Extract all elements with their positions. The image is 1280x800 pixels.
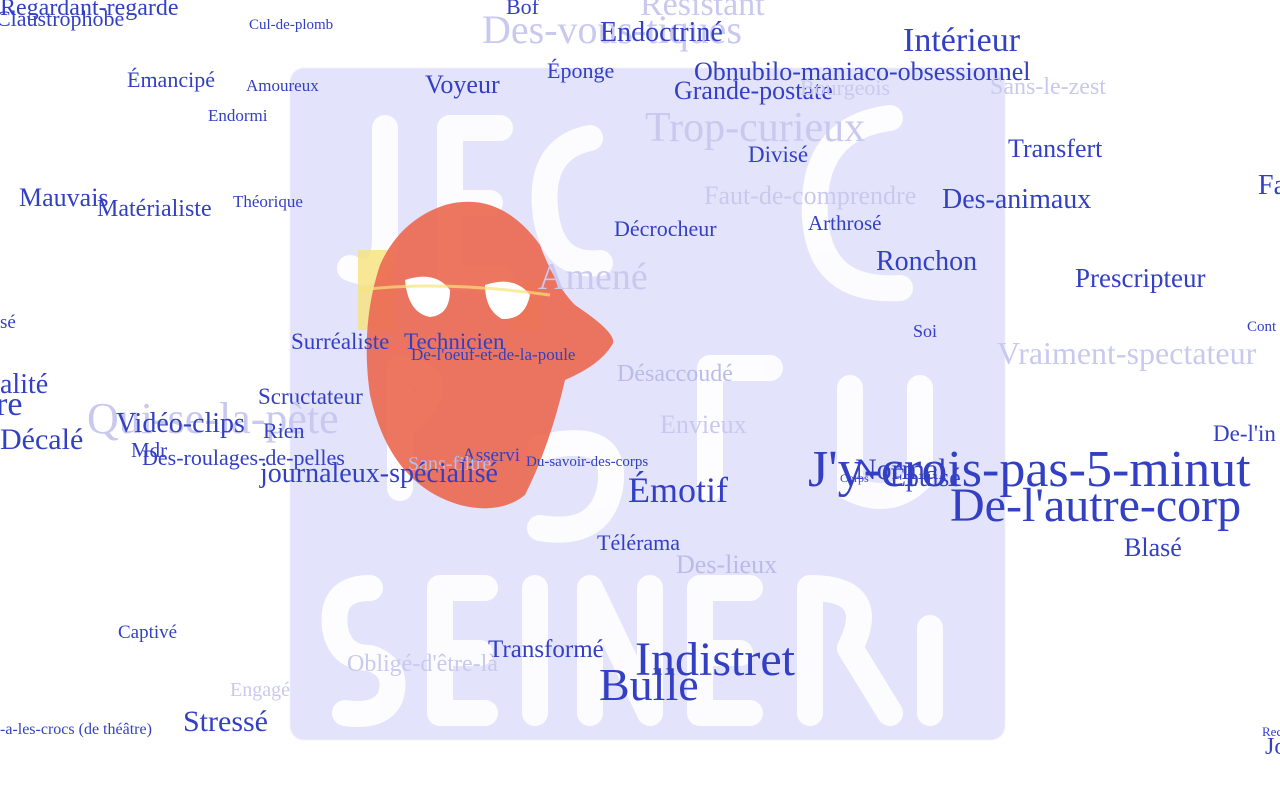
word-oblige[interactable]: Obligé-d'être-là — [347, 652, 498, 676]
word-blase[interactable]: Blasé — [1124, 535, 1182, 561]
word-transforme[interactable]: Transformé — [488, 637, 604, 662]
word-des-lieux[interactable]: Des-lieux — [676, 552, 777, 578]
word-fa[interactable]: Fa — [1258, 172, 1280, 200]
word-corps[interactable]: Corps — [840, 472, 869, 484]
word-captive[interactable]: Captivé — [118, 623, 177, 642]
word-de-loeuf[interactable]: De-l'oeuf-et-de-la-poule — [411, 346, 575, 363]
word-decrocheur[interactable]: Décrocheur — [614, 218, 717, 240]
word-cul-de-plomb[interactable]: Cul-de-plomb — [249, 18, 333, 33]
word-endoctrine[interactable]: Endoctriné — [600, 19, 723, 47]
word-video-clips[interactable]: Vidéo-clips — [116, 410, 245, 438]
word-jo[interactable]: Jo — [1265, 735, 1280, 759]
word-decale[interactable]: Décalé — [0, 425, 83, 455]
word-cont[interactable]: Cont — [1247, 320, 1276, 335]
word-transfert[interactable]: Transfert — [1008, 136, 1102, 162]
word-stresse[interactable]: Stressé — [183, 707, 268, 737]
word-divise[interactable]: Divisé — [748, 143, 808, 166]
word-faut-de-comprendre[interactable]: Faut-de-comprendre — [704, 183, 916, 209]
word-claustrophobe[interactable]: Claustrophobe — [0, 8, 124, 30]
word-se[interactable]: sé — [0, 313, 16, 332]
word-vraiment-spectateur[interactable]: Vraiment-spectateur — [997, 337, 1256, 369]
word-bourgeois[interactable]: Bourgeois — [800, 77, 890, 99]
word-envieux[interactable]: Envieux — [660, 412, 747, 438]
word-mauvais[interactable]: Mauvais — [19, 185, 109, 211]
word-prescripteur[interactable]: Prescripteur — [1075, 265, 1205, 292]
word-re[interactable]: re — [0, 388, 22, 422]
word-a-les-crocs[interactable]: -a-les-crocs (de théâtre) — [0, 722, 152, 738]
word-theorique[interactable]: Théorique — [233, 193, 303, 210]
word-surrealiste[interactable]: Surréaliste — [291, 330, 389, 353]
word-emotif[interactable]: Émotif — [628, 472, 728, 508]
word-des-animaux[interactable]: Des-animaux — [942, 186, 1091, 214]
word-materialiste[interactable]: Matérialiste — [97, 197, 212, 221]
word-telerama[interactable]: Télérama — [597, 532, 680, 554]
word-desaccoude[interactable]: Désaccoudé — [617, 362, 733, 386]
word-emancipe[interactable]: Émancipé — [127, 69, 215, 91]
word-endormi[interactable]: Endormi — [208, 107, 268, 124]
word-cloud-stage: Regardant-regarde Claustrophobe Cul-de-p… — [0, 0, 1280, 800]
word-engage[interactable]: Engagé — [230, 680, 290, 700]
word-soi[interactable]: Soi — [913, 322, 937, 340]
word-amoureux[interactable]: Amoureux — [246, 77, 319, 94]
word-du-savoir[interactable]: Du-savoir-des-corps — [526, 455, 648, 470]
word-arthrose[interactable]: Arthrosé — [808, 213, 881, 234]
word-amene[interactable]: Amené — [538, 258, 648, 296]
word-bulle[interactable]: Bulle — [599, 662, 699, 708]
word-ronchon[interactable]: Ronchon — [876, 248, 977, 276]
word-rien[interactable]: Rien — [263, 420, 305, 442]
word-journaleux[interactable]: journaleux-spécialisé — [260, 460, 498, 488]
word-voyeur[interactable]: Voyeur — [425, 72, 500, 98]
word-interieur[interactable]: Intérieur — [903, 24, 1020, 58]
word-de-lautre-corp[interactable]: De-l'autre-corp — [950, 482, 1241, 530]
word-eponge[interactable]: Éponge — [547, 60, 614, 82]
word-sans-le-zest[interactable]: Sans-le-zest — [990, 75, 1106, 99]
